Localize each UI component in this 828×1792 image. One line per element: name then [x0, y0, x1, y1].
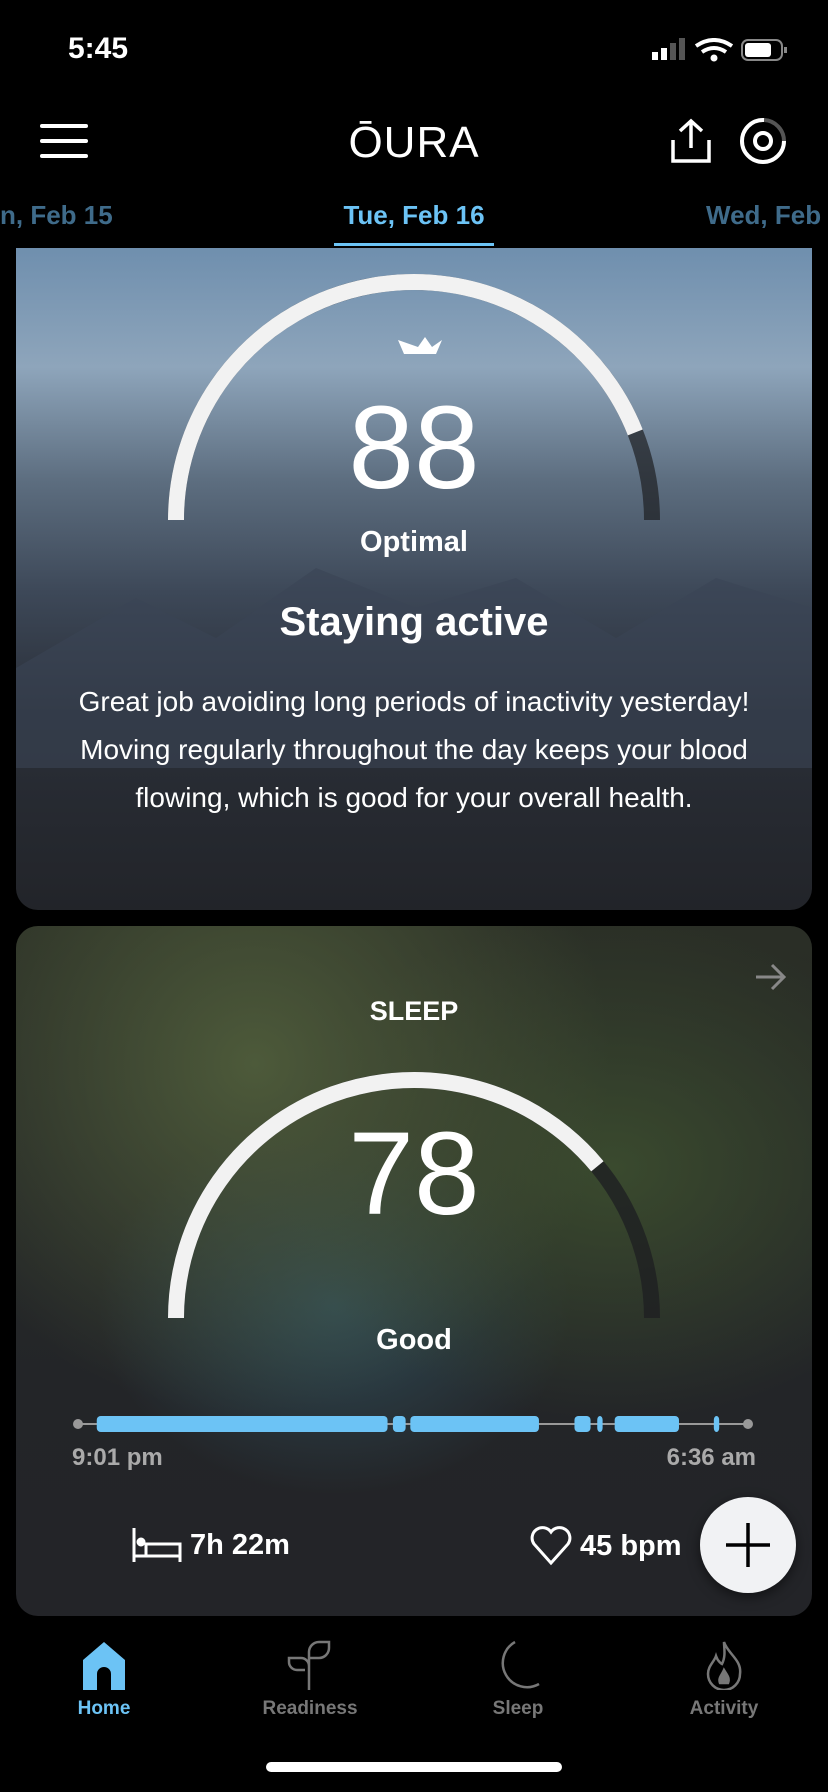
readiness-title: Staying active [279, 600, 549, 644]
date-next[interactable]: Wed, Feb [706, 200, 821, 231]
date-current[interactable]: Tue, Feb 16 [334, 200, 494, 231]
crown-icon [398, 337, 442, 354]
sleep-end-time: 6:36 am [666, 1444, 756, 1471]
plus-icon [726, 1523, 770, 1567]
sleep-segment [96, 1416, 388, 1432]
sleep-rating: Good [376, 1324, 452, 1356]
tab-readiness[interactable]: Readiness [240, 1640, 380, 1720]
sleep-gauge [73, 1072, 753, 1432]
home-indicator [266, 1762, 562, 1772]
timeline-start-dot [73, 1419, 83, 1429]
home-icon [83, 1642, 125, 1690]
sprout-icon [287, 1640, 331, 1690]
moon-icon [501, 1640, 540, 1689]
heart-icon [530, 1526, 572, 1566]
share-button[interactable] [670, 118, 712, 169]
sleep-segment [614, 1416, 679, 1432]
bed-icon [132, 1528, 182, 1562]
sleep-duration-stat: 7h 22m [132, 1528, 290, 1562]
sleep-segment [597, 1416, 603, 1432]
sleep-segment [574, 1416, 591, 1432]
sleep-card[interactable]: SLEEP 78 Good 9:01 pm 6:36 am 7h 22m 45 … [16, 926, 812, 1616]
sleep-start-time: 9:01 pm [72, 1444, 163, 1471]
flame-icon [706, 1641, 742, 1690]
sleep-segment [392, 1416, 406, 1432]
sleep-segment [713, 1416, 720, 1432]
tab-home[interactable]: Home [34, 1640, 174, 1720]
readiness-description: Great job avoiding long periods of inact… [78, 686, 750, 813]
tab-sleep[interactable]: Sleep [448, 1640, 588, 1720]
sleep-duration: 7h 22m [190, 1528, 290, 1561]
date-underline [334, 243, 494, 246]
readiness-score: 88 [348, 382, 480, 514]
status-icons [652, 38, 792, 69]
heart-rate: 45 bpm [580, 1529, 682, 1562]
sleep-timeline [73, 1416, 753, 1432]
date-prev[interactable]: n, Feb 15 [0, 200, 113, 231]
status-time: 5:45 [68, 32, 129, 65]
sleep-score: 78 [348, 1108, 480, 1240]
sleep-segment [410, 1416, 539, 1432]
ring-button[interactable] [738, 116, 788, 171]
timeline-end-dot [743, 1419, 753, 1429]
readiness-card[interactable]: 88 Optimal Staying active Great job avoi… [16, 248, 812, 910]
readiness-rating: Optimal [360, 526, 468, 558]
heart-rate-stat: 45 bpm [530, 1526, 682, 1566]
ring-icon [740, 118, 786, 164]
signal-wifi-battery-icon [652, 38, 787, 62]
share-icon [671, 118, 711, 163]
tab-activity[interactable]: Activity [654, 1640, 794, 1720]
add-button[interactable] [700, 1497, 796, 1593]
